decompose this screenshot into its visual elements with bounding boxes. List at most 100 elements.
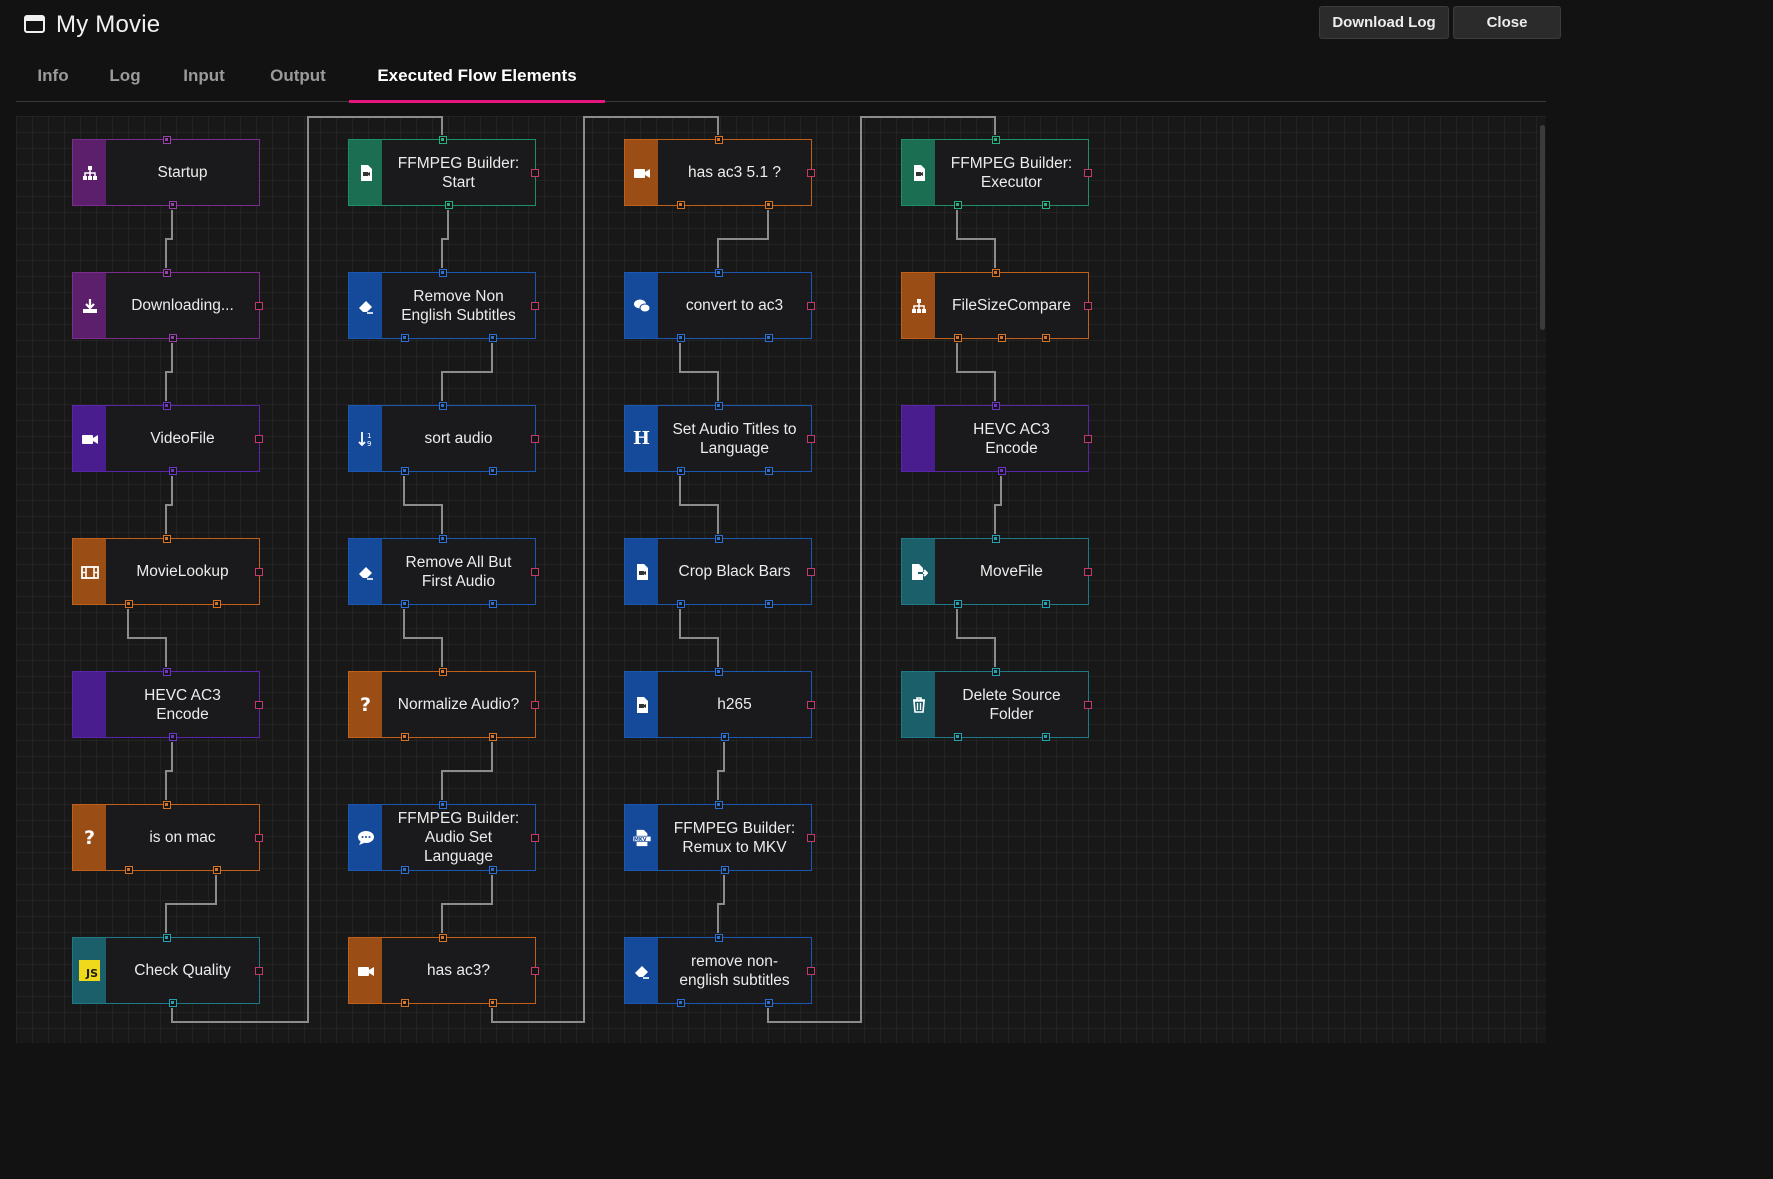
output-port-2[interactable] xyxy=(489,600,497,608)
output-port-1[interactable] xyxy=(401,733,409,741)
flow-node-ffmpeg-builder-audio-set-language[interactable]: FFMPEG Builder: Audio Set Language xyxy=(348,801,539,874)
output-port-2[interactable] xyxy=(489,866,497,874)
output-port-2[interactable] xyxy=(765,334,773,342)
output-port-1[interactable] xyxy=(125,600,133,608)
output-port-2[interactable] xyxy=(489,334,497,342)
output-port-1[interactable] xyxy=(954,334,962,342)
error-port[interactable] xyxy=(1084,568,1092,576)
input-port[interactable] xyxy=(992,535,1000,543)
error-port[interactable] xyxy=(531,302,539,310)
input-port[interactable] xyxy=(439,934,447,942)
output-port-1[interactable] xyxy=(677,600,685,608)
output-port-2[interactable] xyxy=(213,600,221,608)
output-port-1[interactable] xyxy=(169,201,177,209)
flow-node-startup[interactable]: Startup xyxy=(72,136,260,209)
error-port[interactable] xyxy=(1084,701,1092,709)
output-port-1[interactable] xyxy=(721,733,729,741)
output-port-1[interactable] xyxy=(169,467,177,475)
output-port-1[interactable] xyxy=(401,600,409,608)
flow-node-delete-source-folder[interactable]: Delete Source Folder xyxy=(901,668,1092,741)
flow-node-is-on-mac[interactable]: ? is on mac xyxy=(72,801,263,874)
error-port[interactable] xyxy=(255,435,263,443)
input-port[interactable] xyxy=(163,934,171,942)
error-port[interactable] xyxy=(1084,169,1092,177)
flow-node-remove-non-english-subtitles[interactable]: Remove Non English Subtitles xyxy=(348,269,539,342)
error-port[interactable] xyxy=(255,701,263,709)
input-port[interactable] xyxy=(992,269,1000,277)
input-port[interactable] xyxy=(439,402,447,410)
output-port-1[interactable] xyxy=(721,866,729,874)
error-port[interactable] xyxy=(255,302,263,310)
output-port-1[interactable] xyxy=(677,467,685,475)
output-port-2[interactable] xyxy=(765,600,773,608)
output-port-2[interactable] xyxy=(765,201,773,209)
error-port[interactable] xyxy=(1084,435,1092,443)
input-port[interactable] xyxy=(439,535,447,543)
canvas-scrollbar[interactable] xyxy=(1540,125,1545,330)
output-port-2[interactable] xyxy=(765,999,773,1007)
error-port[interactable] xyxy=(1084,302,1092,310)
output-port-2[interactable] xyxy=(1042,600,1050,608)
output-port-1[interactable] xyxy=(401,866,409,874)
output-port-1[interactable] xyxy=(954,201,962,209)
output-port-1[interactable] xyxy=(401,334,409,342)
tab-info[interactable]: Info xyxy=(34,52,72,100)
output-port-1[interactable] xyxy=(677,334,685,342)
output-port-2[interactable] xyxy=(489,467,497,475)
input-port[interactable] xyxy=(715,934,723,942)
output-port-2[interactable] xyxy=(765,467,773,475)
output-port-1[interactable] xyxy=(169,334,177,342)
flow-node-hevc-ac3-encode[interactable]: HEVC AC3 Encode xyxy=(72,668,263,741)
error-port[interactable] xyxy=(531,568,539,576)
input-port[interactable] xyxy=(992,668,1000,676)
output-port-2[interactable] xyxy=(489,999,497,1007)
output-port-1[interactable] xyxy=(401,999,409,1007)
flow-node-downloading[interactable]: Downloading... xyxy=(72,269,263,342)
output-port-1[interactable] xyxy=(125,866,133,874)
tab-output[interactable]: Output xyxy=(264,52,332,100)
input-port[interactable] xyxy=(715,136,723,144)
flow-node-has-ac3-5-1[interactable]: has ac3 5.1 ? xyxy=(624,136,815,209)
input-port[interactable] xyxy=(992,136,1000,144)
error-port[interactable] xyxy=(531,435,539,443)
error-port[interactable] xyxy=(807,967,815,975)
input-port[interactable] xyxy=(163,535,171,543)
output-port-1[interactable] xyxy=(445,201,453,209)
output-port-1[interactable] xyxy=(169,733,177,741)
tab-input[interactable]: Input xyxy=(178,52,230,100)
tab-log[interactable]: Log xyxy=(106,52,144,100)
flow-node-ffmpeg-builder-remux-to-mkv[interactable]: MKV FFMPEG Builder: Remux to MKV xyxy=(624,801,815,874)
error-port[interactable] xyxy=(531,169,539,177)
flow-node-crop-black-bars[interactable]: Crop Black Bars xyxy=(624,535,815,608)
output-port-1[interactable] xyxy=(169,999,177,1007)
input-port[interactable] xyxy=(439,136,447,144)
flow-node-filesizecompare[interactable]: FileSizeCompare xyxy=(901,269,1092,342)
output-port-2[interactable] xyxy=(1042,201,1050,209)
flow-node-remove-non-english-subtitles[interactable]: remove non- english subtitles xyxy=(624,934,815,1007)
input-port[interactable] xyxy=(163,402,171,410)
tab-executed-flow-elements[interactable]: Executed Flow Elements xyxy=(349,52,605,103)
flow-node-sort-audio[interactable]: 1 9 sort audio xyxy=(348,402,539,475)
flow-node-hevc-ac3-encode[interactable]: HEVC AC3 Encode xyxy=(901,402,1092,475)
output-port-1[interactable] xyxy=(954,733,962,741)
error-port[interactable] xyxy=(531,701,539,709)
flow-canvas[interactable]: Startup Downloading... VideoFile MovieLooku… xyxy=(16,116,1546,1043)
flow-node-movefile[interactable]: MoveFile xyxy=(901,535,1092,608)
output-port-1[interactable] xyxy=(954,600,962,608)
output-port-2[interactable] xyxy=(213,866,221,874)
flow-node-h265[interactable]: h265 xyxy=(624,668,815,741)
output-port-1[interactable] xyxy=(677,999,685,1007)
output-port-2[interactable] xyxy=(998,334,1006,342)
flow-node-normalize-audio[interactable]: ? Normalize Audio? xyxy=(348,668,539,741)
flow-node-ffmpeg-builder-start[interactable]: FFMPEG Builder: Start xyxy=(348,136,539,209)
flow-node-videofile[interactable]: VideoFile xyxy=(72,402,263,475)
input-port[interactable] xyxy=(715,535,723,543)
flow-node-ffmpeg-builder-executor[interactable]: FFMPEG Builder: Executor xyxy=(901,136,1092,209)
error-port[interactable] xyxy=(255,834,263,842)
flow-node-remove-all-but-first-audio[interactable]: Remove All But First Audio xyxy=(348,535,539,608)
input-port[interactable] xyxy=(163,668,171,676)
flow-node-set-audio-titles-to-language[interactable]: H Set Audio Titles to Language xyxy=(624,402,815,475)
error-port[interactable] xyxy=(531,834,539,842)
input-port[interactable] xyxy=(163,801,171,809)
error-port[interactable] xyxy=(255,967,263,975)
